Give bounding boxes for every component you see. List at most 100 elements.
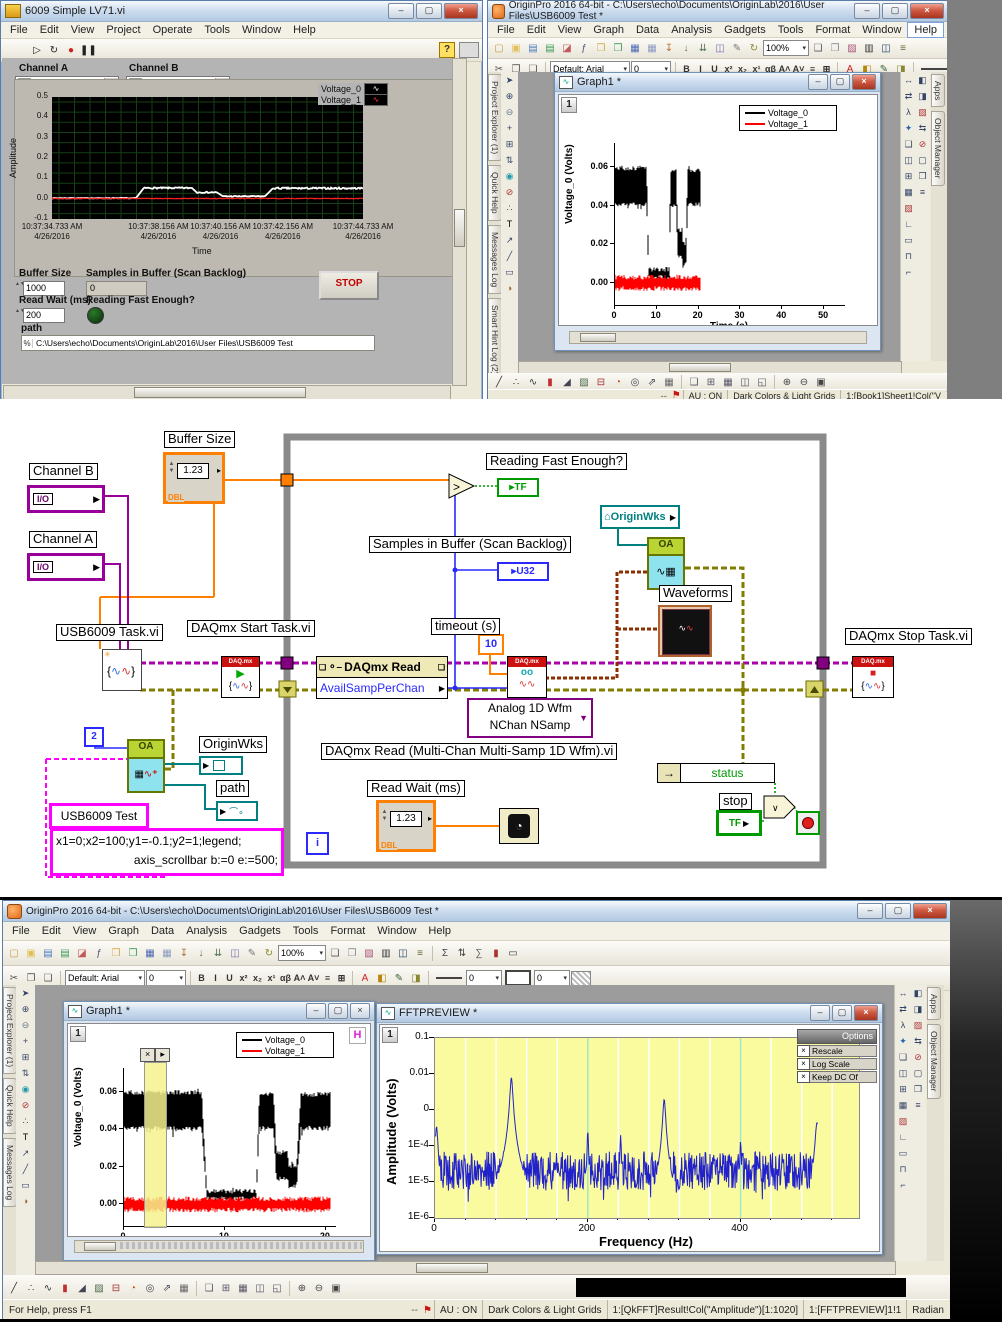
status-unbundle-node[interactable]: → status xyxy=(657,763,775,783)
line-plot-icon[interactable]: ╱ xyxy=(491,375,507,390)
new-workbook-icon[interactable]: ▤ xyxy=(40,946,56,961)
menu-item-file[interactable]: File xyxy=(4,23,34,37)
layer-single-icon[interactable]: ❏ xyxy=(896,1050,910,1064)
import-database-icon[interactable]: ◫ xyxy=(227,946,243,961)
save-template-icon[interactable]: ▦ xyxy=(644,41,660,56)
tab-object-manager[interactable]: Object Manager xyxy=(927,1024,941,1098)
menu-item-gadgets[interactable]: Gadgets xyxy=(233,924,287,938)
read-type-enum[interactable]: Analog 1D WfmNChan NSamp ▼ xyxy=(467,698,593,738)
line-color-icon[interactable]: ✎ xyxy=(391,971,407,986)
extract-graphs-icon[interactable]: ◱ xyxy=(754,375,770,390)
cut-icon[interactable]: ✂ xyxy=(6,971,22,986)
path-indicator[interactable]: ▶ ⌒∘ xyxy=(216,801,258,821)
menu-item-analysis[interactable]: Analysis xyxy=(665,23,718,37)
video-icon[interactable]: ▥ xyxy=(861,41,877,56)
close-button[interactable]: × xyxy=(350,1003,370,1019)
align-objects-icon[interactable]: ≡ xyxy=(916,185,930,199)
format-i-button[interactable]: I xyxy=(209,971,222,985)
paste-icon[interactable]: ❏ xyxy=(40,971,56,986)
arrow-tool-icon[interactable]: ↗ xyxy=(19,1146,33,1160)
frame-select[interactable] xyxy=(505,970,531,986)
data-selector-icon[interactable]: ⇅ xyxy=(503,153,517,167)
menu-item-edit[interactable]: Edit xyxy=(521,23,552,37)
new-graph-icon[interactable]: ◪ xyxy=(74,946,90,961)
menu-item-graph[interactable]: Graph xyxy=(102,924,145,938)
buffer-size-input[interactable]: ▲▼1000 xyxy=(15,281,65,296)
roi-close-icon[interactable]: × xyxy=(140,1048,155,1062)
screen-reader-icon[interactable]: + xyxy=(503,121,517,135)
layer-grid-icon[interactable]: ⊞ xyxy=(896,1082,910,1096)
scatter-plot-icon[interactable]: ∴ xyxy=(508,375,524,390)
menu-item-tools[interactable]: Tools xyxy=(772,23,810,37)
text-tool-icon[interactable]: T xyxy=(503,217,517,231)
format-u-button[interactable]: U xyxy=(223,971,236,985)
format-x--button[interactable]: x¹ xyxy=(265,971,278,985)
axis-open-icon[interactable]: ⊓ xyxy=(896,1162,910,1176)
scatter-plot-icon[interactable]: ∴ xyxy=(23,1281,39,1296)
print-icon[interactable]: ❏ xyxy=(810,41,826,56)
disable-mask-icon[interactable]: ⊘ xyxy=(911,1050,925,1064)
channel-a-control[interactable]: I/O ▶ xyxy=(27,553,105,581)
legend[interactable]: Voltage_0Voltage_1 xyxy=(739,105,837,131)
data-selector-icon[interactable]: ⇅ xyxy=(19,1066,33,1080)
reading-fast-indicator[interactable]: ▸TF xyxy=(497,478,539,497)
menu-item-format[interactable]: Format xyxy=(809,23,856,37)
stop-boolean-control[interactable]: TF ▶ xyxy=(716,810,762,836)
layout-icon[interactable]: ◫ xyxy=(878,41,894,56)
spinner-icon[interactable]: ▲▼ xyxy=(15,281,23,296)
label-channel-a[interactable]: Channel A xyxy=(29,531,97,548)
menu-item-file[interactable]: File xyxy=(491,23,521,37)
buffer-size-control[interactable]: ▲▼ 1.23 ▸ DBL xyxy=(163,452,225,504)
roi-band[interactable] xyxy=(144,1062,167,1228)
label-read-wait[interactable]: Read Wait (ms) xyxy=(367,780,465,797)
pointer-icon[interactable]: ➤ xyxy=(19,986,33,1000)
daqmx-read-vi-icon[interactable]: DAQ.mx oo∿∿ xyxy=(507,656,547,698)
whole-page-icon[interactable]: ▣ xyxy=(813,375,829,390)
read-wait-control[interactable]: ▲▼ 1.23 ▸ DBL xyxy=(376,800,436,852)
highlight-icon[interactable]: ◨ xyxy=(408,971,424,986)
mask-range-icon[interactable]: ◧ xyxy=(916,73,930,87)
column-chart-icon[interactable]: ▮ xyxy=(488,946,504,961)
refresh-icon[interactable]: ↻ xyxy=(746,41,762,56)
menu-item-format[interactable]: Format xyxy=(324,924,371,938)
minimize-button[interactable]: – xyxy=(306,1003,326,1019)
new-function-icon[interactable]: ƒ xyxy=(91,946,107,961)
font-select[interactable]: Default: Arial▾ xyxy=(65,970,145,986)
fill-area-plot-icon[interactable]: ▨ xyxy=(91,1281,107,1296)
context-help-icon[interactable] xyxy=(459,42,479,58)
zoom-in-icon[interactable]: ⊕ xyxy=(503,89,517,103)
save-icon[interactable]: ▦ xyxy=(627,41,643,56)
pause-icon[interactable]: ❚❚ xyxy=(80,43,96,58)
import-multi-icon[interactable]: ⇊ xyxy=(695,41,711,56)
area-plot-icon[interactable]: ◢ xyxy=(74,1281,90,1296)
tab-messages-log[interactable]: Messages Log xyxy=(488,225,502,294)
channels-constant[interactable]: 2 xyxy=(84,727,104,747)
restore-button[interactable]: ▢ xyxy=(832,1005,852,1021)
pan-tool-icon[interactable]: ◑ xyxy=(19,1194,33,1208)
ob-mdi-scrollbar[interactable] xyxy=(35,1261,896,1275)
tab-smart-hint-log-2-[interactable]: Smart Hint Log (2) xyxy=(488,298,502,381)
vector-plot-icon[interactable]: ⇗ xyxy=(644,375,660,390)
menu-item-window[interactable]: Window xyxy=(371,924,422,938)
menu-item-gadgets[interactable]: Gadgets xyxy=(718,23,772,37)
label-timeout[interactable]: timeout (s) xyxy=(431,618,500,635)
graph-4panel-icon[interactable]: ⊞ xyxy=(703,375,719,390)
usb6009-task-vi-icon[interactable]: ✳ {∿∿} xyxy=(102,649,142,691)
column-plot-icon[interactable]: ▮ xyxy=(57,1281,73,1296)
new-project-icon[interactable]: ▢ xyxy=(491,41,507,56)
new-graph-icon[interactable]: ◪ xyxy=(559,41,575,56)
line-tool-icon[interactable]: ╱ xyxy=(503,249,517,263)
colormap-layer-icon[interactable]: ▨ xyxy=(896,1114,910,1128)
region-selector-icon[interactable]: ◉ xyxy=(19,1082,33,1096)
align-objects-icon[interactable]: ≡ xyxy=(911,1098,925,1112)
close-button[interactable]: × xyxy=(444,3,478,19)
hide-mask-icon[interactable]: ▢ xyxy=(916,153,930,167)
reading-fast-led[interactable] xyxy=(87,307,104,324)
import-wizard-icon[interactable]: ↧ xyxy=(661,41,677,56)
new-excel-icon[interactable]: ▤ xyxy=(57,946,73,961)
box-plot-icon[interactable]: ⊟ xyxy=(593,375,609,390)
axis-open-icon[interactable]: ⊓ xyxy=(902,249,916,263)
sum-icon[interactable]: Σ xyxy=(437,946,453,961)
layer-nine-icon[interactable]: ▦ xyxy=(902,185,916,199)
rescale-graph-icon[interactable]: ↔ xyxy=(902,73,916,87)
